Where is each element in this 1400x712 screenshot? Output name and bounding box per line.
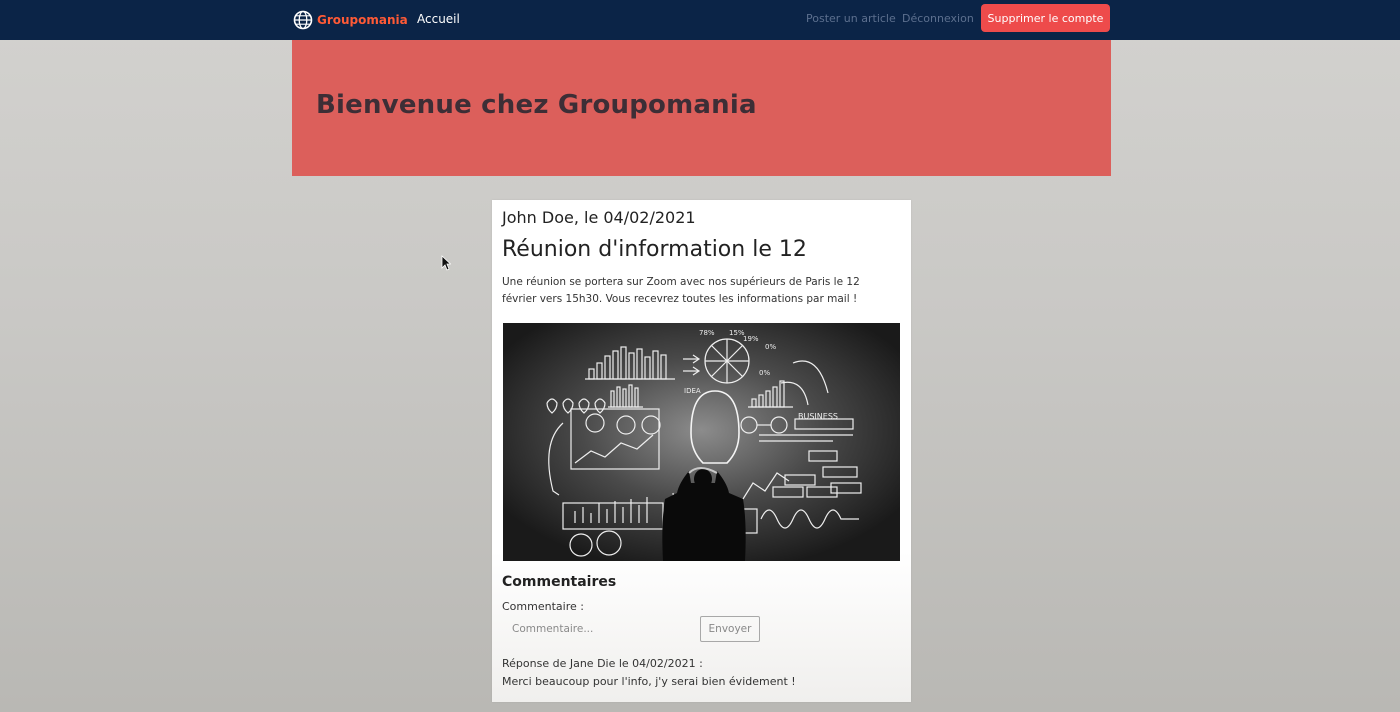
- post-title: Réunion d'information le 12: [502, 237, 807, 262]
- nav-link-post-article[interactable]: Poster un article: [806, 12, 896, 25]
- reply-header: Réponse de Jane Die le 04/02/2021 :: [502, 657, 703, 670]
- post-body: Une réunion se portera sur Zoom avec nos…: [502, 276, 860, 305]
- image-label-19pct: 19%: [743, 335, 759, 343]
- comment-field-label: Commentaire :: [502, 600, 584, 613]
- post-author-date: John Doe, le 04/02/2021: [502, 208, 696, 227]
- delete-account-button[interactable]: Supprimer le compte: [981, 4, 1110, 32]
- post-card: John Doe, le 04/02/2021 Réunion d'inform…: [492, 200, 911, 702]
- welcome-banner: Bienvenue chez Groupomania: [292, 40, 1111, 176]
- mouse-cursor-icon: [441, 255, 451, 271]
- comments-heading: Commentaires: [502, 574, 617, 590]
- top-navbar: Groupomania Accueil Poster un article Dé…: [0, 0, 1400, 40]
- image-label-0pct-b: 0%: [759, 369, 770, 377]
- image-label-78pct: 78%: [699, 329, 715, 337]
- image-label-0pct-a: 0%: [765, 343, 776, 351]
- globe-icon: [293, 10, 313, 30]
- nav-link-home[interactable]: Accueil: [417, 12, 460, 26]
- send-comment-button[interactable]: Envoyer: [700, 616, 760, 642]
- welcome-title: Bienvenue chez Groupomania: [316, 90, 757, 120]
- image-label-business: BUSINESS: [798, 412, 838, 421]
- reply-text: Merci beaucoup pour l'info, j'y serai bi…: [502, 675, 796, 688]
- brand-name: Groupomania: [317, 13, 408, 27]
- comment-input[interactable]: [502, 618, 684, 640]
- post-image-business-ideas: 78% 15% 19% 0% 0% IDEA BUSINESS: [503, 323, 900, 561]
- image-label-idea: IDEA: [684, 387, 701, 395]
- nav-link-logout[interactable]: Déconnexion: [902, 12, 974, 25]
- brand-logo-link[interactable]: Groupomania: [293, 9, 408, 31]
